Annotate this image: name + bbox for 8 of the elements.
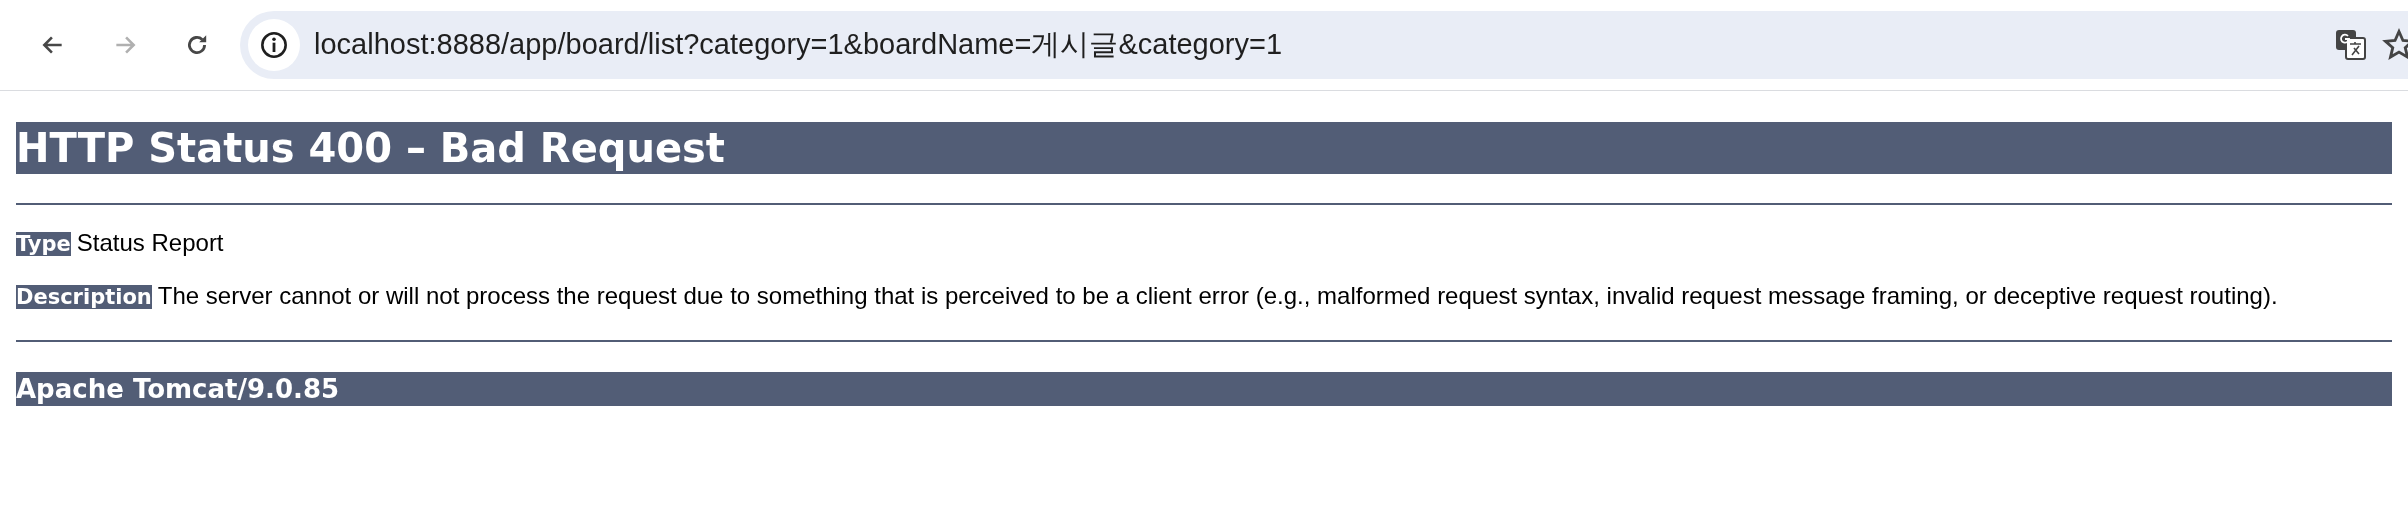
error-heading: HTTP Status 400 – Bad Request [16,122,2392,174]
field-value: Status Report [76,229,224,256]
server-footer: Apache Tomcat/9.0.85 [16,372,2392,406]
field-label: Description [16,285,152,309]
url-text: localhost:8888/app/board/list?category=1&boardName=게시글&category=1 [314,27,1283,62]
address-bar[interactable]: localhost:8888/app/board/list?category=1&boardName=게시글&category=1 [240,11,2408,79]
field-label: Type [16,232,71,256]
field-value: The server cannot or will not process the request due to something that is perceived to be a client error (e.g., malformed request syntax, invalid request message framing, or deceptive request routing). [157,282,2278,309]
